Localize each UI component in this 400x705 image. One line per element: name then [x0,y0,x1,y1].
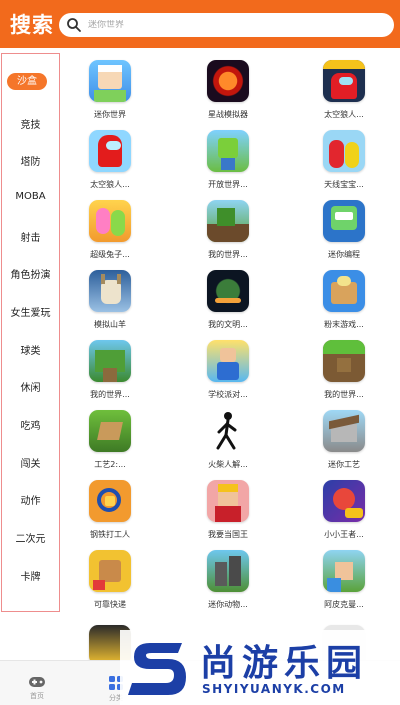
app-label: 开放世界... [208,180,248,189]
app-label: 天线宝宝... [324,180,364,189]
app-tile[interactable]: 我的世界... [60,340,160,400]
category-item-levels[interactable]: 闯关 [2,455,59,470]
among-us-icon [89,130,131,172]
search-icon [67,18,81,32]
app-tile[interactable]: 我要当国王 [178,480,278,540]
app-label: 工艺2:... [94,460,126,469]
category-item-moba[interactable]: MOBA [2,191,59,202]
app-label: 我要当国王 [208,530,248,539]
app-label: 钢铁打工人 [90,530,130,539]
my-civilization-icon [207,270,249,312]
app-tile[interactable]: 我的文明... [178,270,278,330]
app-label: 阿皮克曼... [324,600,364,609]
category-item-action[interactable]: 动作 [2,492,59,507]
school-party-icon [207,340,249,382]
watermark-url: SHYIYUANYK.COM [202,682,346,696]
search-input[interactable] [88,20,368,30]
category-sidebar: 沙盒 竞技 塔防 MOBA 射击 角色扮演 女生爱玩 球类 休闲 吃鸡 闯关 动… [1,53,60,612]
app-label: 我的世界... [90,390,130,399]
app-label: 太空狼人... [90,180,130,189]
steel-worker-icon [89,480,131,522]
app-label: 迷你动物... [208,600,248,609]
tab-home[interactable]: 首页 [28,675,46,701]
app-label: 粉末游戏... [324,320,364,329]
reliable-delivery-icon [89,550,131,592]
app-label: 我的世界... [324,390,364,399]
app-tile[interactable]: 我的世界... [294,340,394,400]
category-item-anime[interactable]: 二次元 [2,530,59,545]
app-label: 小小王者... [324,530,364,539]
gamepad-icon [29,677,45,687]
search-bar[interactable] [59,13,394,37]
category-item-tower-defense[interactable]: 塔防 [2,153,59,168]
my-world-icon [207,200,249,242]
app-label: 我的文明... [208,320,248,329]
app-label: 迷你世界 [94,110,126,119]
app-label: 我的世界... [208,250,248,259]
site-watermark: 尚游乐园 SHYIYUANYK.COM [120,630,400,705]
category-item-battle-royale[interactable]: 吃鸡 [2,417,59,432]
app-tile[interactable]: 工艺2:... [60,410,160,470]
header-bar: 搜索 [0,0,400,48]
app-label: 迷你编程 [328,250,360,259]
my-world-grass-icon [323,340,365,382]
category-item-competitive[interactable]: 竞技 [2,116,59,131]
mini-craft-icon [323,410,365,452]
app-tile[interactable]: 星战模拟器 [178,60,278,120]
app-tile[interactable]: 迷你编程 [294,200,394,260]
app-tile[interactable]: 学校派对... [178,340,278,400]
super-bunny-icon [89,200,131,242]
category-item-cards[interactable]: 卡牌 [2,568,59,583]
mini-programming-icon [323,200,365,242]
powder-game-icon [323,270,365,312]
app-tile[interactable]: 开放世界... [178,130,278,190]
s-logo [128,643,186,695]
goat-simulator-icon [89,270,131,312]
category-item-sandbox[interactable]: 沙盒 [7,73,47,90]
app-tile[interactable]: 太空狼人... [294,60,394,120]
star-war-simulator-icon [207,60,249,102]
app-tile[interactable]: 模拟山羊 [60,270,160,330]
category-item-casual[interactable]: 休闲 [2,379,59,394]
tab-label: 首页 [30,692,44,700]
app-label: 火柴人解... [208,460,248,469]
app-tile[interactable]: 可靠快递 [60,550,160,610]
teletubbies-icon [323,130,365,172]
craft-2-icon [89,410,131,452]
stickman-icon [207,410,249,452]
category-item-ball[interactable]: 球类 [2,342,59,357]
app-tile[interactable]: 火柴人解... [178,410,278,470]
my-world-jungle-icon [89,340,131,382]
app-label: 星战模拟器 [208,110,248,119]
app-label: 迷你工艺 [328,460,360,469]
app-label: 太空狼人... [324,110,364,119]
app-tile[interactable]: 迷你世界 [60,60,160,120]
space-werewolf-icon [323,60,365,102]
category-item-rpg[interactable]: 角色扮演 [2,266,59,281]
app-label: 模拟山羊 [94,320,126,329]
mini-world-icon [89,60,131,102]
app-label: 可靠快递 [94,600,126,609]
app-label: 超级兔子... [90,250,130,259]
app-label: 学校派对... [208,390,248,399]
app-tile[interactable]: 粉末游戏... [294,270,394,330]
app-tile[interactable]: 超级兔子... [60,200,160,260]
open-world-icon [207,130,249,172]
little-king-icon [323,480,365,522]
apickman-icon [323,550,365,592]
app-tile[interactable]: 迷你动物... [178,550,278,610]
app-tile[interactable]: 钢铁打工人 [60,480,160,540]
be-the-king-icon [207,480,249,522]
page-title: 搜索 [10,13,54,37]
category-item-girls[interactable]: 女生爱玩 [2,304,59,319]
category-item-shooter[interactable]: 射击 [2,229,59,244]
mini-animal-icon [207,550,249,592]
app-tile[interactable]: 太空狼人... [60,130,160,190]
app-tile[interactable]: 小小王者... [294,480,394,540]
app-tile[interactable]: 我的世界... [178,200,278,260]
watermark-text: 尚游乐园 [200,643,369,684]
app-tile[interactable]: 阿皮克曼... [294,550,394,610]
app-tile[interactable]: 天线宝宝... [294,130,394,190]
app-tile[interactable]: 迷你工艺 [294,410,394,470]
